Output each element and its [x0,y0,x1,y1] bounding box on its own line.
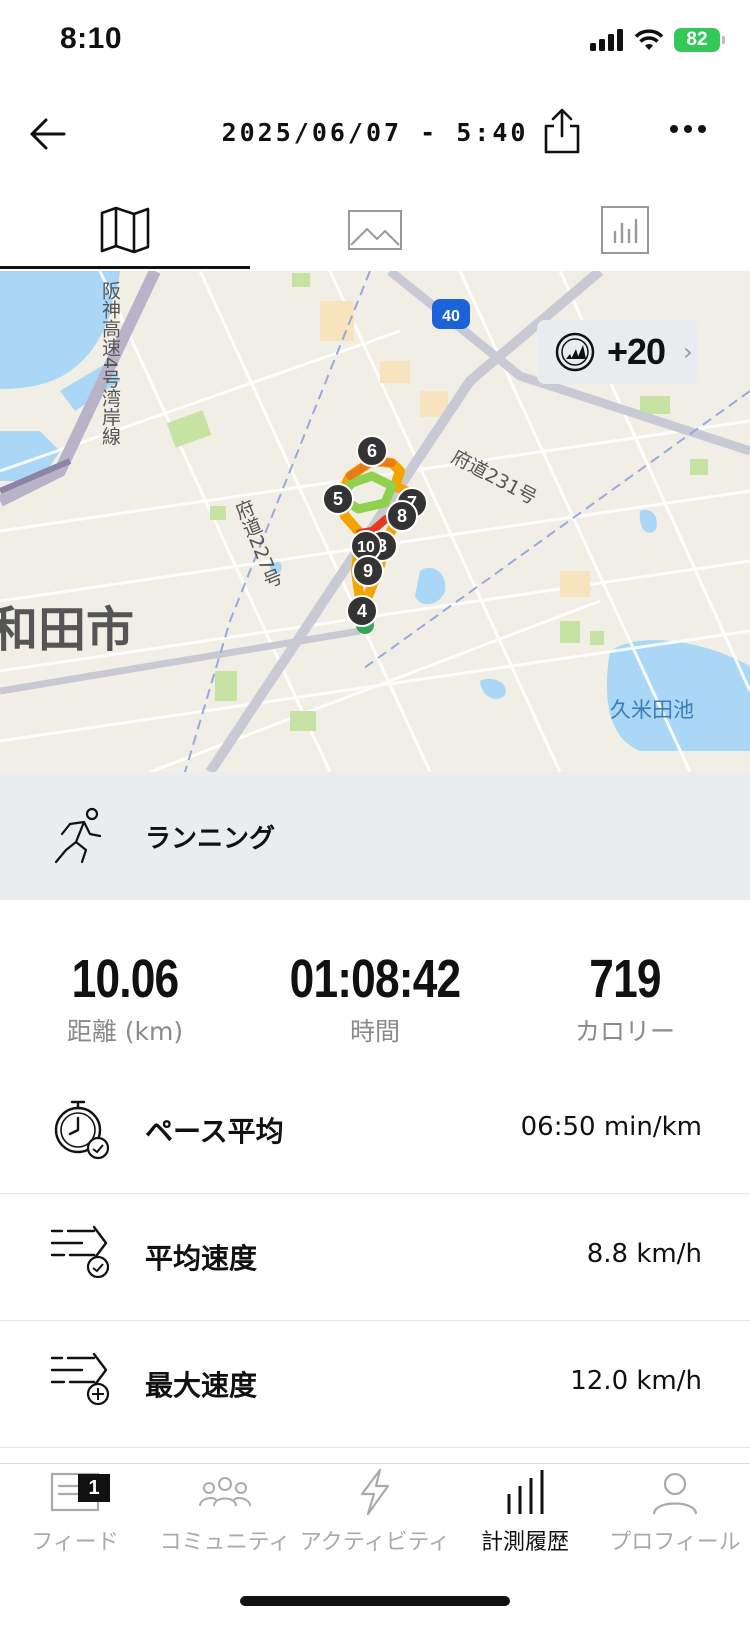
distance-value: 10.06 [71,949,180,1009]
bar-chart-icon [507,1470,544,1514]
ellipsis-icon [670,125,706,133]
nav-label: プロフィール [609,1530,741,1555]
duration-label: 時間 [349,1017,400,1046]
metric-label: 最大速度 [145,1369,258,1402]
adidas-points-button[interactable]: +20 › [537,320,699,384]
distance-label: 距離 (km) [66,1017,184,1046]
map-label-city: 和田市 [0,602,134,658]
km-marker: 5 [322,483,354,515]
activity-type-label: ランニング [145,824,276,854]
calories-value: 719 [589,949,661,1009]
battery-indicator: 82 [674,28,725,52]
map-label-pond: 久米田池 [610,698,694,722]
calories-label: カロリー [574,1017,675,1046]
nav-label: コミュニティ [159,1530,291,1555]
signal-icon [590,29,623,51]
svg-text:10: 10 [357,539,375,556]
more-options-button[interactable] [668,114,708,144]
wifi-icon [634,29,664,50]
nav-label: フィード [31,1530,119,1555]
home-indicator[interactable] [240,1596,510,1606]
duration-value: 01:08:42 [289,949,462,1009]
km-marker: 9 [352,555,384,587]
status-time: 8:10 [60,22,123,55]
stopwatch-icon [54,1100,110,1160]
lightning-icon [360,1468,390,1516]
km-marker: 6 [356,435,388,467]
svg-text:9: 9 [363,561,373,581]
nav-item-feed[interactable]: 1 フィード [0,1466,150,1566]
tab-stats[interactable] [500,190,750,270]
nav-item-community[interactable]: コミュニティ [150,1466,300,1566]
svg-text:8: 8 [397,506,407,526]
map-icon [100,206,150,254]
map-label-expressway: 阪神高速4号湾岸線 [99,281,121,445]
metric-row-avg-speed: 平均速度 8.8 km/h [0,1193,750,1321]
notification-badge: 1 [78,1474,110,1502]
svg-text:5: 5 [333,489,343,509]
average-speed-icon [50,1225,110,1279]
max-speed-icon [50,1352,110,1406]
km-marker: 4 [346,595,378,627]
metric-value: 06:50 min/km [520,1112,702,1142]
metric-value: 12.0 km/h [570,1366,702,1396]
status-indicators: 82 [590,28,725,52]
nav-item-history[interactable]: 計測履歴 [450,1466,600,1566]
activity-type-banner [0,772,750,900]
metric-label: ペース平均 [145,1115,284,1148]
svg-text:6: 6 [367,441,377,461]
bar-chart-icon [601,206,649,254]
share-icon [544,108,580,154]
adidas-logo-icon [555,332,595,372]
active-tab-indicator [0,266,250,269]
km-marker: 8 [386,500,418,532]
metric-row-max-speed: 最大速度 12.0 km/h [0,1320,750,1448]
nav-item-activity[interactable]: アクティビティ [300,1466,450,1566]
map-label-route40: 40 [442,308,460,325]
metric-row-avg-pace: ペース平均 06:50 min/km [0,1066,750,1194]
tab-photos[interactable] [250,190,500,270]
community-icon [199,1477,251,1507]
nav-label: 計測履歴 [480,1530,569,1555]
image-icon [348,210,402,250]
tab-map[interactable] [0,190,250,270]
nav-item-profile[interactable]: プロフィール [600,1466,750,1566]
svg-text:4: 4 [357,601,367,621]
share-button[interactable] [540,106,584,156]
page-title: 2025/06/07 - 5:40 [221,118,529,147]
nav-label: アクティビティ [299,1530,451,1555]
metric-value: 8.8 km/h [586,1239,702,1269]
profile-icon [652,1472,698,1515]
running-icon [54,807,102,864]
metric-label: 平均速度 [145,1242,258,1275]
points-value: +20 [607,331,666,372]
chevron-right-icon: › [683,338,693,366]
